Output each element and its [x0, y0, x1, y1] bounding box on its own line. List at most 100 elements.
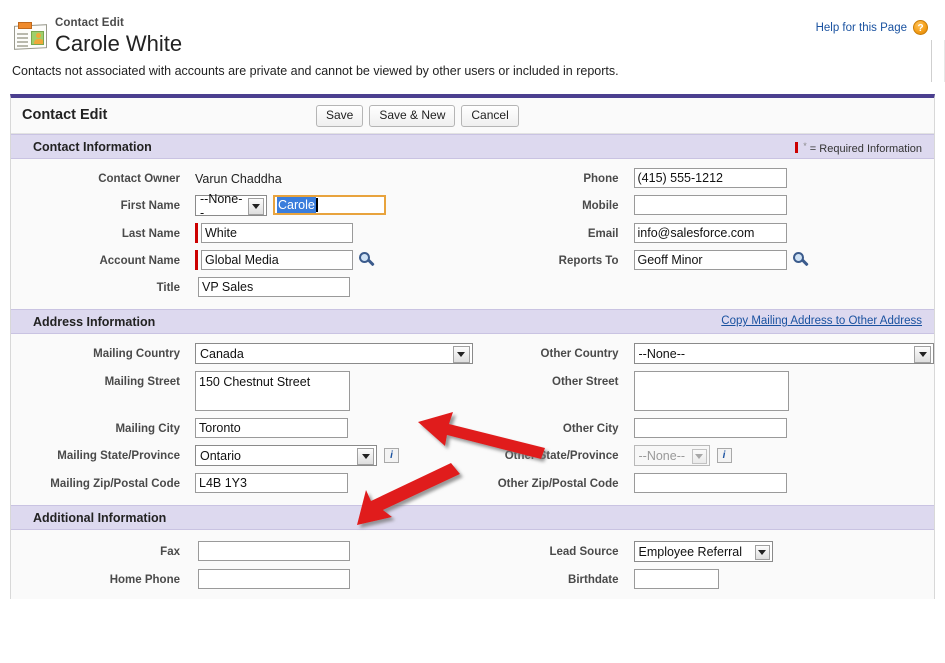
field-other-state: Other State/Province --None-- i — [473, 445, 935, 466]
search-lookup-icon[interactable] — [792, 252, 811, 269]
salutation-dropdown[interactable]: --None-- — [195, 192, 267, 220]
label-other-street: Other Street — [552, 376, 619, 388]
lead-source-value: Employee Referral — [638, 544, 743, 559]
label-mailing-country: Mailing Country — [93, 348, 180, 360]
form-row-title: Title — [11, 277, 934, 297]
field-mailing-zip: Mailing Zip/Postal Code — [11, 473, 473, 493]
field-title-spacer — [473, 277, 935, 297]
field-mailing-country: Mailing Country Canada — [11, 343, 473, 364]
label-contact-owner: Contact Owner — [98, 173, 180, 185]
title-input[interactable] — [198, 277, 350, 297]
other-street-textarea[interactable] — [633, 371, 789, 411]
chevron-down-icon — [691, 448, 707, 464]
contact-edit-page: Contact Edit Carole White Help for this … — [0, 0, 945, 663]
contact-edit-panel: Contact Edit Save Save & New Cancel Cont… — [10, 94, 935, 599]
label-last-name: Last Name — [121, 228, 180, 240]
other-city-input[interactable] — [633, 418, 787, 438]
home-phone-input[interactable] — [198, 569, 350, 589]
field-fax: Fax — [11, 541, 473, 562]
form-row-fax-leadsource: Fax Lead Source Employee Referral — [11, 541, 934, 562]
form-row-lastname-email: Last Name Email — [11, 223, 934, 243]
form-row-firstname-mobile: First Name --None-- Carole Mobile — [11, 192, 935, 220]
field-mailing-state: Mailing State/Province Ontario i — [11, 445, 473, 466]
email-input[interactable] — [633, 223, 787, 243]
first-name-input[interactable]: Carole — [273, 195, 386, 215]
reports-to-input[interactable] — [633, 250, 787, 270]
field-mobile: Mobile — [473, 195, 935, 216]
label-phone: Phone — [583, 173, 619, 185]
search-lookup-icon[interactable] — [359, 252, 377, 269]
mailing-street-textarea[interactable]: 150 Chestnut Street — [195, 371, 350, 411]
phone-input[interactable] — [633, 168, 787, 188]
label-home-phone: Home Phone — [109, 574, 180, 586]
other-state-dropdown: --None-- — [633, 445, 710, 466]
section-title-address-information: Address Information — [33, 315, 156, 329]
page-title-block: Contact Edit Carole White — [55, 17, 182, 57]
other-state-value: --None-- — [638, 448, 686, 463]
field-mailing-city: Mailing City — [11, 418, 473, 438]
birthdate-input[interactable] — [633, 569, 719, 589]
scrollbar-thumb[interactable] — [931, 40, 945, 82]
field-other-zip: Other Zip/Postal Code — [473, 473, 935, 493]
mailing-city-input[interactable] — [195, 418, 348, 438]
panel-title: Contact Edit — [22, 107, 108, 123]
field-reports-to: Reports To — [473, 250, 935, 270]
mailing-country-value: Canada — [200, 346, 244, 361]
page-title: Carole White — [55, 31, 183, 56]
chevron-down-icon — [452, 345, 470, 363]
save-button[interactable]: Save — [316, 105, 364, 127]
field-first-name: First Name --None-- Carole — [11, 192, 473, 220]
section-title-additional-information: Additional Information — [33, 511, 167, 525]
page-header: Contact Edit Carole White Help for this … — [0, 0, 945, 82]
label-other-state: Other State/Province — [504, 450, 619, 462]
mobile-input[interactable] — [633, 195, 787, 215]
label-mailing-city: Mailing City — [115, 423, 180, 435]
last-name-input[interactable] — [201, 223, 353, 243]
contact-information-body: Contact Owner Varun Chaddha Phone First … — [11, 159, 934, 309]
label-reports-to: Reports To — [558, 255, 619, 267]
first-name-value: Carole — [277, 197, 316, 213]
field-other-street: Other Street — [473, 371, 935, 411]
mailing-state-dropdown[interactable]: Ontario — [195, 445, 377, 466]
private-contact-notice: Contacts not associated with accounts ar… — [12, 64, 619, 78]
field-other-city: Other City — [473, 418, 935, 438]
field-last-name: Last Name — [11, 223, 473, 243]
required-marker-icon — [795, 142, 799, 153]
label-first-name: First Name — [120, 200, 180, 212]
other-country-dropdown[interactable]: --None-- — [633, 343, 934, 364]
info-icon[interactable]: i — [716, 448, 732, 463]
required-marker-account-name — [195, 250, 198, 270]
label-other-country: Other Country — [540, 348, 619, 360]
chevron-down-icon — [357, 447, 374, 465]
label-lead-source: Lead Source — [549, 546, 619, 558]
field-other-country: Other Country --None-- — [473, 343, 934, 364]
label-mailing-state: Mailing State/Province — [57, 450, 180, 462]
chevron-down-icon — [247, 197, 264, 215]
required-legend-text: = Required Information — [809, 143, 922, 155]
cancel-button[interactable]: Cancel — [461, 105, 519, 127]
lead-source-dropdown[interactable]: Employee Referral — [633, 541, 773, 562]
help-for-this-page-link[interactable]: Help for this Page — [816, 22, 907, 34]
label-mailing-zip: Mailing Zip/Postal Code — [50, 478, 180, 490]
label-account-name: Account Name — [99, 255, 180, 267]
info-icon[interactable]: i — [384, 448, 399, 463]
chevron-down-icon — [914, 345, 931, 363]
account-name-input[interactable] — [201, 250, 353, 270]
form-row-city: Mailing City Other City — [11, 418, 934, 438]
form-row-street: Mailing Street 150 Chestnut Street Other… — [11, 371, 934, 411]
save-and-new-button[interactable]: Save & New — [369, 105, 456, 127]
required-information-legend: * = Required Information — [795, 141, 922, 155]
field-mailing-street: Mailing Street 150 Chestnut Street — [11, 371, 473, 411]
form-row-state: Mailing State/Province Ontario i Other S… — [11, 445, 934, 466]
other-zip-input[interactable] — [633, 473, 787, 493]
copy-mailing-address-link[interactable]: Copy Mailing Address to Other Address — [721, 315, 922, 327]
additional-information-header: Additional Information — [11, 505, 934, 530]
question-mark-icon[interactable]: ? — [913, 20, 928, 35]
fax-input[interactable] — [198, 541, 350, 561]
other-country-value: --None-- — [638, 346, 686, 361]
mailing-country-dropdown[interactable]: Canada — [195, 343, 473, 364]
label-other-zip: Other Zip/Postal Code — [497, 478, 619, 490]
required-marker-last-name — [195, 223, 198, 243]
mailing-zip-input[interactable] — [195, 473, 348, 493]
field-birthdate: Birthdate — [473, 569, 935, 589]
